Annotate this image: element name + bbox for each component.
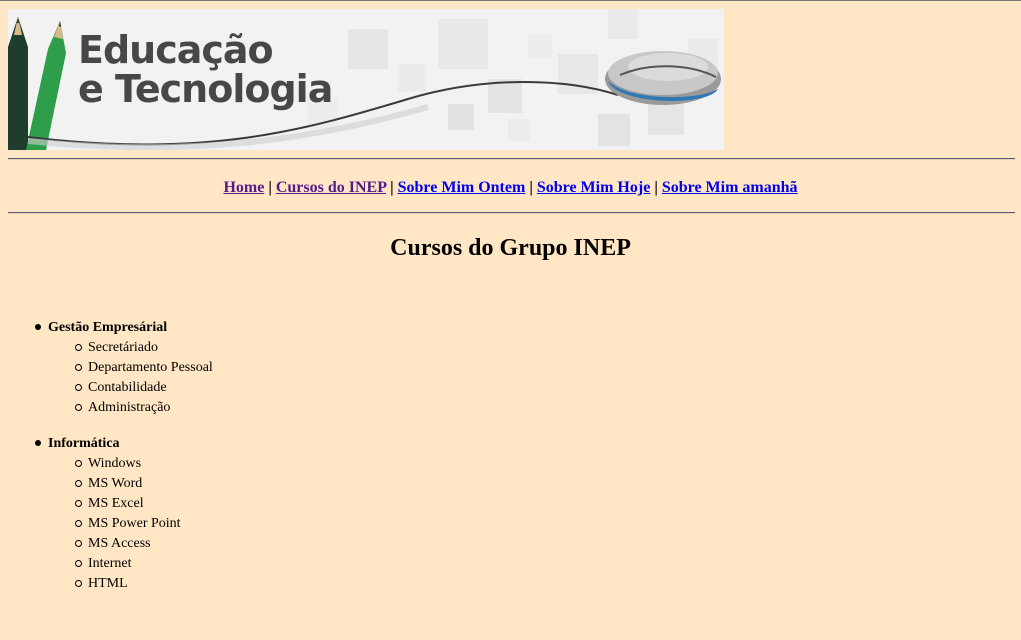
- list-item: MS Access: [75, 534, 213, 554]
- course-group-title: Gestão Empresárial: [48, 320, 168, 335]
- course-sublist-informatica: Windows MS Word MS Excel MS Power Point …: [48, 454, 213, 594]
- nav-separator: |: [390, 179, 394, 196]
- horizontal-rule-top: [8, 158, 1015, 160]
- page-title: Cursos do Grupo INEP: [390, 235, 631, 261]
- course-group-gestao: Gestão Empresárial Secretáriado Departam…: [35, 318, 213, 418]
- nav-link-sobre-mim-amanha[interactable]: Sobre Mim amanhã: [662, 179, 798, 196]
- list-item: MS Power Point: [75, 514, 213, 534]
- nav-separator: |: [268, 179, 272, 196]
- nav-separator: |: [654, 179, 658, 196]
- list-item: Windows: [75, 454, 213, 474]
- horizontal-rule-bottom: [8, 212, 1015, 214]
- list-item: MS Word: [75, 474, 213, 494]
- course-groups-list: Gestão Empresárial Secretáriado Departam…: [8, 318, 213, 610]
- list-item: Internet: [75, 554, 213, 574]
- computer-mouse-icon: [605, 51, 721, 105]
- course-group-informatica: Informática Windows MS Word MS Excel MS …: [35, 434, 213, 594]
- list-item: Contabilidade: [75, 378, 213, 398]
- window-top-border: [0, 0, 1021, 1]
- banner-title: Educação e Tecnologia: [78, 28, 333, 111]
- list-item: Secretáriado: [75, 338, 213, 358]
- list-item: MS Excel: [75, 494, 213, 514]
- nav-link-home[interactable]: Home: [223, 179, 264, 196]
- nav-separator: |: [529, 179, 533, 196]
- banner-title-line1: Educação: [78, 28, 274, 72]
- nav-link-cursos-do-inep[interactable]: Cursos do INEP: [276, 179, 386, 196]
- nav-link-sobre-mim-ontem[interactable]: Sobre Mim Ontem: [398, 179, 526, 196]
- banner-title-line2: e Tecnologia: [78, 67, 333, 111]
- nav-link-sobre-mim-hoje[interactable]: Sobre Mim Hoje: [537, 179, 650, 196]
- nav-bar: Home | Cursos do INEP | Sobre Mim Ontem …: [0, 178, 1021, 198]
- course-group-title: Informática: [48, 436, 120, 451]
- list-item: Departamento Pessoal: [75, 358, 213, 378]
- list-item: HTML: [75, 574, 213, 594]
- list-item: Administração: [75, 398, 213, 418]
- header-banner: Educação e Tecnologia: [8, 9, 724, 150]
- course-sublist-gestao: Secretáriado Departamento Pessoal Contab…: [48, 338, 213, 418]
